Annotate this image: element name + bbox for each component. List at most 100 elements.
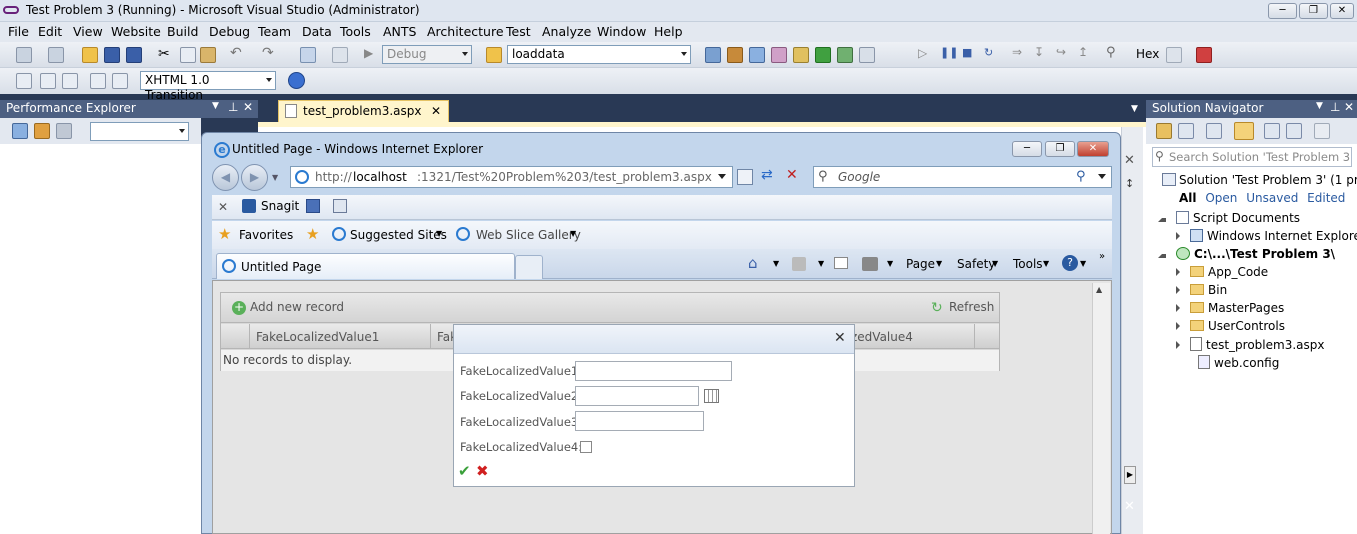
tab-list-icon[interactable]: ▼ — [1131, 104, 1138, 114]
grid-column-header-1[interactable]: FakeLocalizedValue1 — [256, 330, 379, 344]
panel-close-icon[interactable]: ✕ — [1344, 100, 1354, 114]
tree-item-script-documents[interactable]: Script Documents — [1158, 211, 1300, 225]
tree-item-test-problem3[interactable]: test_problem3.aspx — [1176, 337, 1324, 352]
toolbar-tool-5-icon[interactable] — [793, 47, 809, 63]
field-input-3[interactable] — [575, 411, 704, 431]
tree-item-web-config[interactable]: web.config — [1198, 355, 1279, 370]
check-accessibility-icon[interactable] — [288, 72, 305, 89]
nav-tool-2-icon[interactable] — [1178, 123, 1194, 139]
filter-open[interactable]: Open — [1205, 191, 1237, 205]
bottom-close-icon[interactable]: ✕ — [1124, 499, 1135, 514]
expand-icon[interactable] — [1176, 304, 1180, 312]
read-mail-icon[interactable] — [834, 257, 848, 269]
tab-close-icon[interactable]: ✕ — [431, 104, 441, 118]
ie-search-box[interactable]: ⚲ Google ⚲ — [813, 166, 1112, 188]
ie-close-button[interactable]: ✕ — [1077, 141, 1109, 157]
grid-column-header-4[interactable]: zedValue4 — [851, 330, 913, 344]
ie-vertical-scrollbar[interactable]: ▲ — [1092, 283, 1110, 534]
nav-tool-4-icon[interactable] — [1234, 122, 1254, 140]
toolbar-tool-6-icon[interactable] — [815, 47, 831, 63]
web-slice-gallery-link[interactable]: Web Slice Gallery — [476, 228, 581, 242]
safety-menu[interactable]: Safety — [957, 257, 995, 271]
search-dropdown-icon[interactable] — [1098, 174, 1106, 179]
nav-tool-7-icon[interactable] — [1314, 123, 1330, 139]
ie-address-bar[interactable]: http:// localhost :1321/Test%20Problem%2… — [290, 166, 733, 188]
help-icon[interactable]: ? — [1062, 255, 1078, 271]
step-out-icon[interactable]: ↥ — [1078, 45, 1088, 59]
ie-tab-untitled[interactable]: Untitled Page — [216, 253, 515, 279]
menu-ants[interactable]: ANTS — [383, 24, 416, 39]
expand-icon[interactable] — [1176, 232, 1180, 240]
format-2-icon[interactable] — [40, 73, 56, 89]
comment-icon[interactable] — [90, 73, 106, 89]
menu-team[interactable]: Team — [258, 24, 291, 39]
toolbar-tool-1-icon[interactable] — [705, 47, 721, 63]
step-into-icon[interactable]: ↧ — [1034, 45, 1044, 59]
expand-icon[interactable] — [1176, 286, 1180, 294]
save-icon[interactable] — [104, 47, 120, 63]
step-over-icon[interactable]: ↪ — [1056, 45, 1066, 59]
add-item-icon[interactable] — [48, 47, 64, 63]
snagit-button[interactable]: Snagit — [261, 199, 299, 213]
filter-unsaved[interactable]: Unsaved — [1246, 191, 1298, 205]
menu-file[interactable]: File — [8, 24, 29, 39]
navigate-backward-icon[interactable] — [300, 47, 316, 63]
safety-dropdown-icon[interactable]: ▼ — [992, 259, 998, 268]
expand-icon[interactable] — [1158, 218, 1166, 222]
field-input-2[interactable] — [575, 386, 699, 406]
snagit-editor-icon[interactable] — [333, 199, 347, 213]
paste-icon[interactable] — [200, 47, 216, 63]
pin-icon[interactable]: ⊥ — [1330, 100, 1340, 114]
menu-debug[interactable]: Debug — [209, 24, 250, 39]
menu-tools[interactable]: Tools — [340, 24, 371, 39]
menu-data[interactable]: Data — [302, 24, 332, 39]
save-all-icon[interactable] — [126, 47, 142, 63]
find-symbol-icon[interactable]: ⚲ — [1106, 45, 1116, 60]
editor-scroll-right-icon[interactable]: ▶ — [1124, 466, 1136, 484]
menu-build[interactable]: Build — [167, 24, 198, 39]
tree-item-masterpages[interactable]: MasterPages — [1176, 301, 1284, 315]
ie-restore-button[interactable]: ❐ — [1045, 141, 1075, 157]
field-input-1[interactable] — [575, 361, 732, 381]
toolbar-tool-4-icon[interactable] — [771, 47, 787, 63]
show-next-statement-icon[interactable]: ⇒ — [1012, 45, 1022, 59]
calendar-icon[interactable] — [704, 389, 719, 403]
continue-icon[interactable]: ▷ — [918, 46, 927, 60]
filter-edited[interactable]: Edited — [1307, 191, 1345, 205]
tree-item-project[interactable]: C:\...\Test Problem 3\ — [1158, 247, 1335, 261]
menu-test[interactable]: Test — [506, 24, 531, 39]
solution-search-input[interactable]: ⚲ Search Solution 'Test Problem 3' (1 — [1152, 147, 1352, 167]
panel-close-icon[interactable]: ✕ — [243, 100, 253, 114]
editor-close-icon[interactable]: ✕ — [1124, 153, 1135, 168]
breakpoints-icon[interactable] — [1196, 47, 1212, 63]
expand-icon[interactable] — [1176, 341, 1180, 349]
home-icon[interactable]: ⌂ — [748, 254, 758, 272]
new-session-icon[interactable] — [34, 123, 50, 139]
nav-tool-3-icon[interactable] — [1206, 123, 1222, 139]
pin-icon[interactable]: ⊥ — [228, 100, 238, 114]
nav-tool-1-icon[interactable] — [1156, 123, 1172, 139]
tools-menu[interactable]: Tools — [1013, 257, 1043, 271]
ie-stop-icon[interactable]: ✕ — [786, 167, 798, 183]
stop-debugging-icon[interactable]: ■ — [962, 46, 972, 59]
find-in-files-icon[interactable] — [486, 47, 502, 63]
tools-dropdown-icon[interactable]: ▼ — [1043, 259, 1049, 268]
redo-icon[interactable]: ↷ — [262, 45, 274, 61]
address-dropdown-icon[interactable] — [718, 174, 726, 179]
panel-menu-icon[interactable]: ▼ — [212, 101, 219, 111]
scroll-up-icon[interactable]: ▲ — [1096, 285, 1102, 294]
add-new-record-link[interactable]: Add new record — [250, 300, 344, 314]
tab-test-problem3[interactable]: test_problem3.aspx ✕ — [278, 100, 449, 122]
toolbar-tool-3-icon[interactable] — [749, 47, 765, 63]
snagit-capture-icon[interactable] — [306, 199, 320, 213]
filter-all[interactable]: All — [1179, 191, 1197, 205]
uncomment-icon[interactable] — [112, 73, 128, 89]
help-dropdown-icon[interactable]: ▼ — [1080, 259, 1086, 268]
navigate-forward-icon[interactable] — [332, 47, 348, 63]
hex-toggle[interactable]: Hex — [1136, 47, 1159, 61]
copy-icon[interactable] — [180, 47, 196, 63]
ie-forward-button[interactable]: ▶ — [241, 164, 268, 191]
ie-back-button[interactable]: ◀ — [212, 164, 239, 191]
format-1-icon[interactable] — [16, 73, 32, 89]
favorites-button[interactable]: Favorites — [239, 228, 293, 242]
